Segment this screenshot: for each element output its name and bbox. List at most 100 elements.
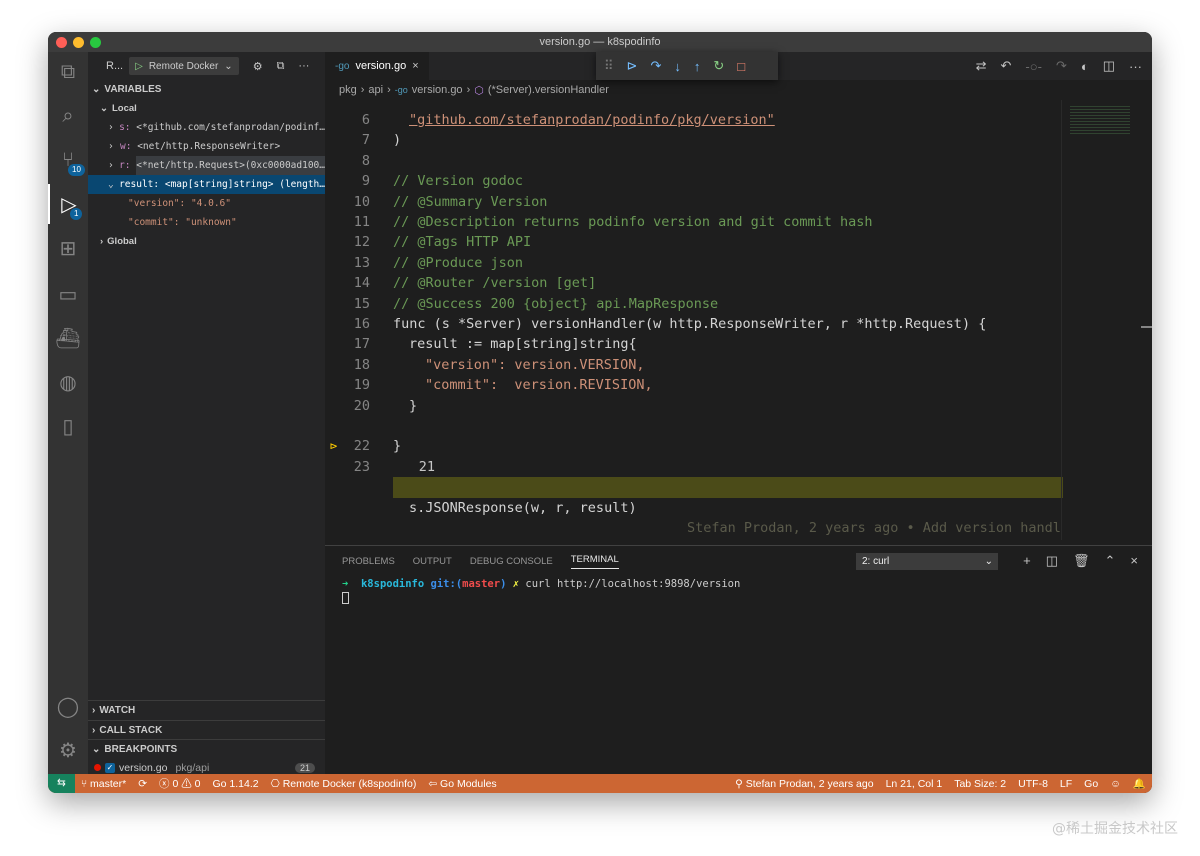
remote-docker-status[interactable]: ⎔ Remote Docker (k8spodinfo) xyxy=(265,778,423,790)
go-back-icon[interactable]: ↶ xyxy=(1001,58,1012,74)
close-icon[interactable]: × xyxy=(412,60,418,72)
variables-section-header[interactable]: ⌄ VARIABLES xyxy=(88,80,325,99)
variable-row[interactable]: › r: <*net/http.Request>(0xc0000ad100… xyxy=(88,156,325,175)
breadcrumb-item[interactable]: (*Server).versionHandler xyxy=(488,84,609,96)
account-icon[interactable]: ◯ xyxy=(48,686,88,726)
code-line: 12// @Tags HTTP API xyxy=(353,234,532,251)
breakpoints-section-header[interactable]: ⌄ BREAKPOINTS xyxy=(88,739,325,758)
tab-version-go[interactable]: -go version.go × xyxy=(325,52,429,80)
watermark: @稀土掘金技术社区 xyxy=(1052,821,1178,837)
git-branch[interactable]: ⑂ master* xyxy=(75,778,132,790)
stop-icon[interactable]: □ xyxy=(737,59,745,74)
result-child-row[interactable]: "commit": "unknown" xyxy=(88,213,325,232)
problems-indicator[interactable]: ⓧ 0 ⚠ 0 xyxy=(153,776,206,791)
watch-section-header[interactable]: › WATCH xyxy=(88,701,325,720)
sync-icon[interactable]: ⟳ xyxy=(132,778,153,790)
end-of-line[interactable]: LF xyxy=(1054,778,1078,790)
tab-size[interactable]: Tab Size: 2 xyxy=(948,778,1012,790)
chevron-right-icon: › xyxy=(92,705,96,716)
cursor-position[interactable]: Ln 21, Col 1 xyxy=(880,778,949,790)
go-file-icon: -go xyxy=(335,60,350,72)
split-editor-icon[interactable]: ◫ xyxy=(1103,58,1115,74)
source-control-icon[interactable]: ⑂ 10 xyxy=(48,140,88,180)
gear-icon[interactable]: ⚙ xyxy=(253,60,263,73)
variable-row[interactable]: › s: <*github.com/stefanprodan/podinf… xyxy=(88,118,325,137)
tab-output[interactable]: OUTPUT xyxy=(413,556,452,567)
compare-changes-icon[interactable]: ⇄ xyxy=(976,58,987,74)
docker-icon[interactable]: ⛴ xyxy=(48,318,88,358)
remote-indicator-icon[interactable]: ⇆ xyxy=(48,774,75,793)
tab-problems[interactable]: PROBLEMS xyxy=(342,556,395,567)
terminal-select[interactable]: 2: curl ⌄ xyxy=(856,553,998,570)
maximize-panel-icon[interactable]: ⌃ xyxy=(1105,553,1116,569)
result-child-row[interactable]: "version": "4.0.6" xyxy=(88,194,325,213)
git-blame-status[interactable]: ⚲ Stefan Prodan, 2 years ago xyxy=(729,778,879,790)
debug-toolbar-header: R... ▷ Remote Docker ⌄ ⚙ ⧉ ··· xyxy=(88,52,325,80)
settings-gear-icon[interactable]: ⚙ xyxy=(48,730,88,770)
tab-debug-console[interactable]: DEBUG CONSOLE xyxy=(470,556,553,567)
explorer-icon[interactable]: ⧉ xyxy=(48,52,88,92)
chevron-down-icon: ⌄ xyxy=(984,556,993,567)
run-debug-icon[interactable]: ▷ 1 xyxy=(48,184,88,224)
editor-scrollbar[interactable] xyxy=(1141,100,1152,540)
terminal[interactable]: ➜ k8spodinfo git:(master) ✗ curl http://… xyxy=(325,576,1152,606)
more-actions-icon[interactable]: ··· xyxy=(298,60,309,72)
breakpoint-line-badge: 21 xyxy=(294,762,315,773)
status-bar: ⇆ ⑂ master* ⟳ ⓧ 0 ⚠ 0 Go 1.14.2 ⎔ Remote… xyxy=(48,774,1152,793)
go-forward-icon[interactable]: ↷ xyxy=(1056,58,1067,74)
search-icon[interactable]: ⌕ xyxy=(48,96,88,136)
step-over-icon[interactable]: ↷ xyxy=(650,58,661,74)
step-into-icon[interactable]: ↓ xyxy=(674,59,681,74)
variable-row-selected[interactable]: ⌄ result: <map[string]string> (length… xyxy=(88,175,325,194)
close-panel-icon[interactable]: × xyxy=(1130,553,1138,569)
open-preview-icon[interactable]: ◐ xyxy=(1081,59,1089,74)
notifications-bell-icon[interactable]: 🔔 xyxy=(1127,777,1152,790)
go-version[interactable]: Go 1.14.2 xyxy=(206,778,264,790)
drag-handle-icon[interactable]: ⠿ xyxy=(604,58,614,74)
go-modules-status[interactable]: ⇦ Go Modules xyxy=(422,778,502,790)
global-scope[interactable]: › Global xyxy=(88,232,325,251)
debug-config-select[interactable]: ▷ Remote Docker ⌄ xyxy=(129,57,239,75)
chevron-right-icon: › xyxy=(108,160,114,171)
terminal-cursor-line xyxy=(342,592,1152,606)
split-terminal-icon[interactable]: ◫ xyxy=(1046,553,1058,569)
step-out-icon[interactable]: ↑ xyxy=(694,59,701,74)
code-line: 20} xyxy=(353,397,418,414)
feedback-icon[interactable]: ☺ xyxy=(1104,778,1127,790)
new-terminal-icon[interactable]: + xyxy=(1023,553,1031,569)
start-debug-icon[interactable]: ▷ xyxy=(135,61,143,72)
chevron-down-icon: ⌄ xyxy=(224,60,233,72)
variable-row[interactable]: › w: <net/http.ResponseWriter> xyxy=(88,137,325,156)
language-mode[interactable]: Go xyxy=(1078,778,1104,790)
local-scope[interactable]: ⌄ Local xyxy=(88,99,325,118)
call-stack-section-header[interactable]: › CALL STACK xyxy=(88,720,325,739)
extensions-icon[interactable]: ⊞ xyxy=(48,228,88,268)
restart-icon[interactable]: ↻ xyxy=(713,58,724,74)
zoom-window-button[interactable] xyxy=(90,37,101,48)
breadcrumb-item[interactable]: api xyxy=(368,84,383,96)
breadcrumb-item[interactable]: version.go xyxy=(412,84,463,96)
minimize-window-button[interactable] xyxy=(73,37,84,48)
scm-badge: 10 xyxy=(68,164,85,176)
continue-icon[interactable]: ⊳ xyxy=(627,58,638,74)
debug-badge: 1 xyxy=(70,208,83,220)
remote-explorer-icon[interactable]: ▭ xyxy=(48,274,88,314)
terminal-line: ➜ k8spodinfo git:(master) ✗ curl http://… xyxy=(342,578,741,590)
go-to-file-icon[interactable]: -○- xyxy=(1025,59,1042,74)
code-editor[interactable]: 6 "github.com/stefanprodan/podinfo/pkg/ve… xyxy=(325,108,1065,536)
code-line: 10// @Summary Version xyxy=(353,193,548,210)
debug-console-icon[interactable]: ⧉ xyxy=(277,60,285,73)
breadcrumb-item[interactable]: pkg xyxy=(339,84,357,96)
code-line: 17 result := map[string]string{ xyxy=(353,336,637,353)
kill-terminal-icon[interactable]: 🗑 xyxy=(1073,553,1090,569)
git-graph-icon[interactable]: ◍ xyxy=(48,362,88,402)
tab-terminal[interactable]: TERMINAL xyxy=(570,554,619,569)
minimap[interactable] xyxy=(1061,100,1139,540)
breakpoint-checkbox[interactable]: ✓ xyxy=(105,762,115,773)
encoding[interactable]: UTF-8 xyxy=(1012,778,1054,790)
more-actions-icon[interactable]: ··· xyxy=(1129,59,1142,74)
bottom-panel: PROBLEMS OUTPUT DEBUG CONSOLE TERMINAL 2… xyxy=(325,545,1152,774)
bookmark-icon[interactable]: ▯ xyxy=(48,406,88,446)
chevron-right-icon: › xyxy=(466,84,471,96)
close-window-button[interactable] xyxy=(56,37,67,48)
